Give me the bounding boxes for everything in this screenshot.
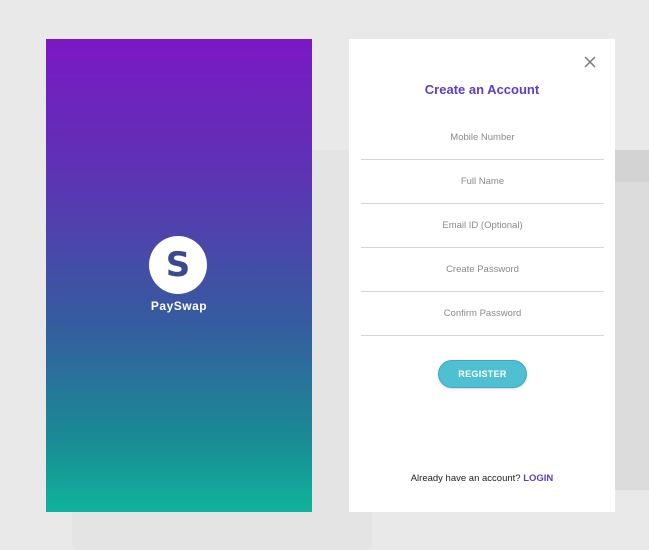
login-prompt-text: Already have an account? <box>410 473 524 484</box>
confirm-password-input[interactable] <box>361 292 604 335</box>
create-account-dialog: Create an Account REGISTER Already have … <box>349 39 615 512</box>
splash-screen: S PaySwap <box>46 39 312 512</box>
logo-letter: S <box>165 245 191 285</box>
mobile-number-input[interactable] <box>361 116 604 159</box>
login-prompt: Already have an account? LOGIN <box>349 473 615 484</box>
full-name-input[interactable] <box>361 160 604 203</box>
register-button[interactable]: REGISTER <box>438 360 527 388</box>
email-field[interactable] <box>361 204 604 248</box>
page-title: Create an Account <box>424 82 540 97</box>
brand-name: PaySwap <box>150 299 208 313</box>
login-link[interactable]: LOGIN <box>523 473 553 484</box>
mobile-number-field[interactable] <box>361 116 604 160</box>
email-input[interactable] <box>361 204 604 247</box>
full-name-field[interactable] <box>361 160 604 204</box>
close-icon[interactable] <box>581 53 599 71</box>
create-password-field[interactable] <box>361 248 604 292</box>
confirm-password-field[interactable] <box>361 292 604 336</box>
create-password-input[interactable] <box>361 248 604 291</box>
app-logo: S <box>149 236 207 294</box>
